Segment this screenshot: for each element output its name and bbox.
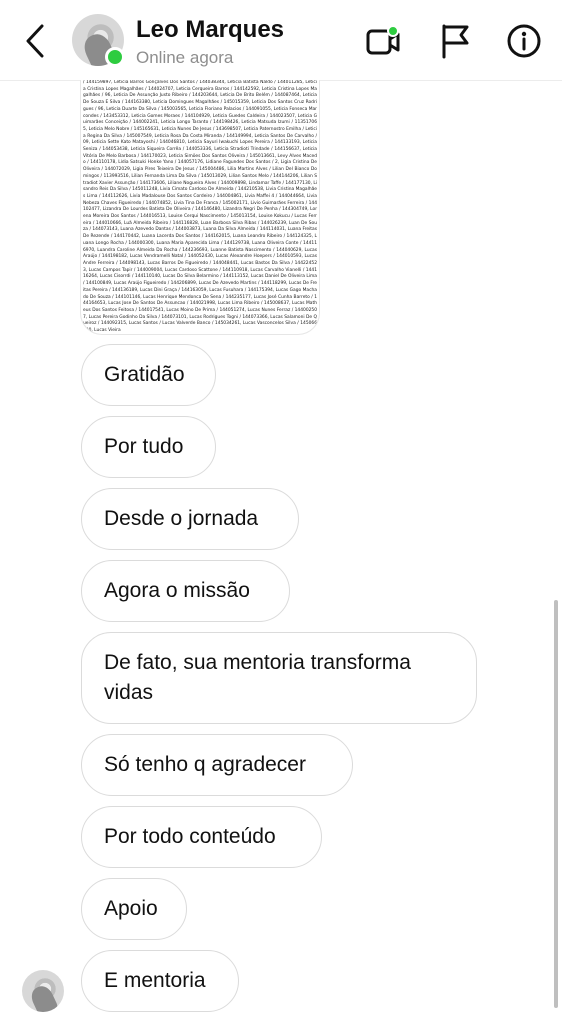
message-text: Por tudo xyxy=(104,435,184,458)
message-bubble[interactable]: Apoio xyxy=(81,878,187,940)
report-flag-button[interactable] xyxy=(436,22,474,60)
info-icon xyxy=(507,24,541,58)
message-bubble[interactable]: Gratidão xyxy=(81,344,216,406)
message-bubble[interactable]: E mentoria xyxy=(81,950,239,1012)
message-text: Agora o missão xyxy=(104,579,250,602)
message-text: Desde o jornada xyxy=(104,507,259,530)
message-text: Gratidão xyxy=(104,363,185,386)
video-call-button[interactable] xyxy=(364,22,402,60)
message-text: De fato, sua mentoria transforma vidas xyxy=(104,651,411,704)
message-bubble[interactable]: Agora o missão xyxy=(81,560,290,622)
message-text: E mentoria xyxy=(104,969,206,992)
message-bubble[interactable]: De fato, sua mentoria transforma vidas xyxy=(81,632,477,724)
back-button[interactable] xyxy=(20,22,50,60)
sender-avatar[interactable] xyxy=(22,970,64,1012)
message-text: Apoio xyxy=(104,897,158,920)
video-call-icon xyxy=(366,25,400,55)
online-status-dot xyxy=(105,47,125,67)
message-bubble[interactable]: Por tudo xyxy=(81,416,216,478)
shared-image-message[interactable]: / 144159897, Leticia Barros Gonçalves Do… xyxy=(80,80,320,335)
message-text: Só tenho q agradecer xyxy=(104,753,306,776)
flag-icon xyxy=(442,24,469,59)
chevron-left-icon xyxy=(26,24,44,58)
info-button[interactable] xyxy=(505,22,543,60)
scrollbar-thumb[interactable] xyxy=(554,600,558,1008)
contact-name: Leo Marques xyxy=(136,16,285,43)
message-text: Por todo conteúdo xyxy=(104,825,276,848)
contact-avatar[interactable] xyxy=(72,14,125,67)
message-bubble[interactable]: Só tenho q agradecer xyxy=(81,734,353,796)
shared-image-text: / 144159897, Leticia Barros Gonçalves Do… xyxy=(83,80,317,334)
chat-header: Leo Marques Online agora xyxy=(0,0,562,81)
contact-title-block[interactable]: Leo Marques Online agora xyxy=(136,16,284,70)
message-bubble[interactable]: Por todo conteúdo xyxy=(81,806,322,868)
contact-status: Online agora xyxy=(136,48,234,67)
message-bubble[interactable]: Desde o jornada xyxy=(81,488,299,550)
